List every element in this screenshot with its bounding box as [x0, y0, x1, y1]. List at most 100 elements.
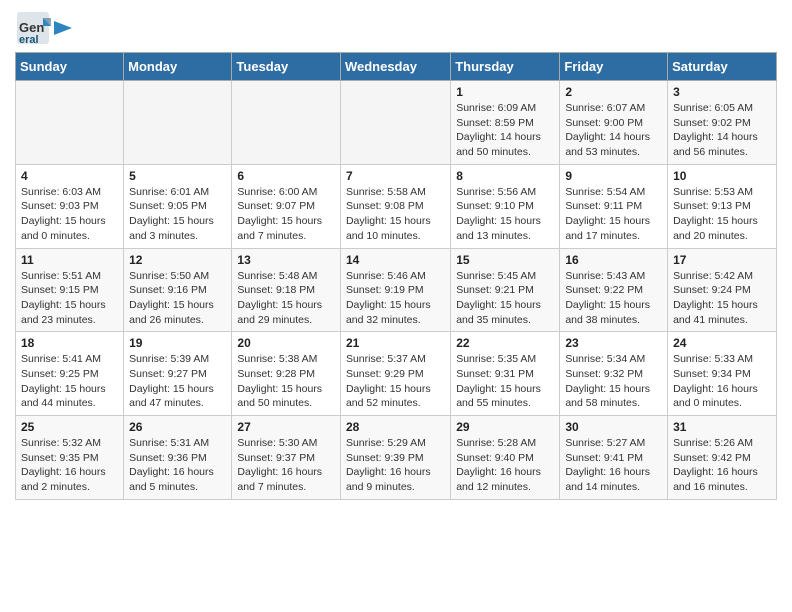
- daylight-label: Daylight: 15 hours: [565, 383, 650, 395]
- calendar-week-row: 25 Sunrise: 5:32 AM Sunset: 9:35 PM Dayligh…: [16, 416, 777, 500]
- day-info: Sunrise: 5:53 AMSunset: 9:13 PMDaylight:…: [673, 185, 771, 244]
- sun-time: Sunrise: 5:37 AM: [346, 353, 426, 365]
- sun-time: Sunrise: 5:45 AM: [456, 270, 536, 282]
- day-number: 7: [346, 169, 445, 183]
- sun-time: Sunrise: 5:43 AM: [565, 270, 645, 282]
- calendar-cell: 23Sunrise: 5:34 AMSunset: 9:32 PMDayligh…: [560, 332, 668, 416]
- calendar-cell: 17Sunrise: 5:42 AMSunset: 9:24 PMDayligh…: [668, 248, 777, 332]
- day-number: 21: [346, 336, 445, 350]
- daylight-minutes: and 38 minutes.: [565, 314, 640, 326]
- weekday-header: Friday: [560, 53, 668, 81]
- daylight-label: Daylight: 15 hours: [673, 215, 758, 227]
- day-info: Sunrise: 5:46 AMSunset: 9:19 PMDaylight:…: [346, 269, 445, 328]
- day-number: 22: [456, 336, 554, 350]
- day-info: Sunrise: 5:39 AMSunset: 9:27 PMDaylight:…: [129, 352, 226, 411]
- weekday-header: Thursday: [451, 53, 560, 81]
- sun-time: Sunset: 9:16 PM: [129, 284, 207, 296]
- sun-time: Sunset: 9:27 PM: [129, 368, 207, 380]
- calendar-week-row: 18Sunrise: 5:41 AMSunset: 9:25 PMDayligh…: [16, 332, 777, 416]
- calendar-cell: 13Sunrise: 5:48 AMSunset: 9:18 PMDayligh…: [232, 248, 341, 332]
- daylight-minutes: and 3 minutes.: [129, 230, 198, 242]
- calendar-cell: 27Sunrise: 5:30 AMSunset: 9:37 PMDayligh…: [232, 416, 341, 500]
- daylight-label: Daylight: 16 hours: [673, 466, 758, 478]
- sun-time: Sunrise: 5:33 AM: [673, 353, 753, 365]
- calendar-cell: 1Sunrise: 6:09 AMSunset: 8:59 PMDaylight…: [451, 81, 560, 165]
- svg-text:Gen: Gen: [19, 20, 44, 35]
- sun-time: Sunrise: 5:41 AM: [21, 353, 101, 365]
- day-info: Sunrise: 5:37 AMSunset: 9:29 PMDaylight:…: [346, 352, 445, 411]
- calendar-cell: 24 Sunrise: 5:33 AMSunset: 9:34 PMDayligh…: [668, 332, 777, 416]
- day-number: 1: [456, 85, 554, 99]
- daylight-minutes: and 16 minutes.: [673, 481, 748, 493]
- calendar-cell: 22Sunrise: 5:35 AMSunset: 9:31 PMDayligh…: [451, 332, 560, 416]
- daylight-minutes: and 44 minutes.: [21, 397, 96, 409]
- daylight-label: Daylight: 15 hours: [456, 215, 541, 227]
- daylight-minutes: and 0 minutes.: [673, 397, 742, 409]
- sun-time: Sunrise: 6:09 AM: [456, 102, 536, 114]
- sun-time: Sunrise: 5:32 AM: [21, 437, 101, 449]
- day-number: 31: [673, 420, 771, 434]
- day-number: 12: [129, 253, 226, 267]
- sun-time: Sunrise: 6:07 AM: [565, 102, 645, 114]
- calendar-cell: 15Sunrise: 5:45 AMSunset: 9:21 PMDayligh…: [451, 248, 560, 332]
- daylight-minutes: and 50 minutes.: [456, 146, 531, 158]
- sun-time: Sunset: 9:31 PM: [456, 368, 534, 380]
- calendar-header-row: SundayMondayTuesdayWednesdayThursdayFrid…: [16, 53, 777, 81]
- daylight-label: Daylight: 15 hours: [456, 299, 541, 311]
- day-number: 25: [21, 420, 118, 434]
- daylight-label: Daylight: 15 hours: [346, 299, 431, 311]
- daylight-label: Daylight: 14 hours: [673, 131, 758, 143]
- day-number: 19: [129, 336, 226, 350]
- sun-time: Sunset: 9:35 PM: [21, 452, 99, 464]
- day-number: 3: [673, 85, 771, 99]
- daylight-minutes: and 58 minutes.: [565, 397, 640, 409]
- day-info: Sunrise: 6:07 AMSunset: 9:00 PMDaylight:…: [565, 101, 662, 160]
- day-info: Sunrise: 5:33 AMSunset: 9:34 PMDaylight:…: [673, 352, 771, 411]
- day-number: 6: [237, 169, 335, 183]
- day-number: 5: [129, 169, 226, 183]
- daylight-label: Daylight: 15 hours: [456, 383, 541, 395]
- sun-time: Sunrise: 5:56 AM: [456, 186, 536, 198]
- header: Gen eral: [15, 10, 777, 46]
- sun-time: Sunrise: 5:29 AM: [346, 437, 426, 449]
- calendar-cell: 25 Sunrise: 5:32 AM Sunset: 9:35 PM Dayligh…: [16, 416, 124, 500]
- daylight-minutes: and 7 minutes.: [237, 481, 306, 493]
- sun-time: Sunrise: 5:39 AM: [129, 353, 209, 365]
- sun-time: Sunset: 9:13 PM: [673, 200, 751, 212]
- sun-time: Sunrise: 5:46 AM: [346, 270, 426, 282]
- calendar-cell: 4Sunrise: 6:03 AMSunset: 9:03 PMDaylight…: [16, 164, 124, 248]
- sun-time: Sunrise: 6:03 AM: [21, 186, 101, 198]
- weekday-header: Monday: [124, 53, 232, 81]
- day-info: Sunrise: 6:05 AMSunset: 9:02 PMDaylight:…: [673, 101, 771, 160]
- sun-time: Sunrise: 6:00 AM: [237, 186, 317, 198]
- sun-time: Sunset: 9:22 PM: [565, 284, 643, 296]
- daylight-label: Daylight: 15 hours: [565, 215, 650, 227]
- sun-time: Sunrise: 5:30 AM: [237, 437, 317, 449]
- calendar-cell: [124, 81, 232, 165]
- daylight-minutes: and 26 minutes.: [129, 314, 204, 326]
- day-number: 28: [346, 420, 445, 434]
- sun-time: Sunset: 8:59 PM: [456, 117, 534, 129]
- calendar-cell: 26Sunrise: 5:31 AMSunset: 9:36 PMDayligh…: [124, 416, 232, 500]
- sun-time: Sunrise: 5:51 AM: [21, 270, 101, 282]
- calendar-cell: 19Sunrise: 5:39 AMSunset: 9:27 PMDayligh…: [124, 332, 232, 416]
- daylight-label: Daylight: 15 hours: [129, 299, 214, 311]
- daylight-label: Daylight: 16 hours: [21, 466, 106, 478]
- day-number: 15: [456, 253, 554, 267]
- sun-time: Sunrise: 5:28 AM: [456, 437, 536, 449]
- calendar-week-row: 4Sunrise: 6:03 AMSunset: 9:03 PMDaylight…: [16, 164, 777, 248]
- sun-time: Sunrise: 5:26 AM: [673, 437, 753, 449]
- day-info: Sunrise: 5:41 AM Sunset: 9:25 PM Daylight:…: [21, 352, 118, 411]
- daylight-label: Daylight: 15 hours: [21, 383, 106, 395]
- calendar-table: SundayMondayTuesdayWednesdayThursdayFrid…: [15, 52, 777, 500]
- sun-time: Sunset: 9:28 PM: [237, 368, 315, 380]
- daylight-label: Daylight: 16 hours: [346, 466, 431, 478]
- logo-arrow-icon: [54, 21, 72, 35]
- calendar-cell: 16Sunrise: 5:43 AMSunset: 9:22 PMDayligh…: [560, 248, 668, 332]
- day-info: Sunrise: 5:26 AMSunset: 9:42 PMDaylight:…: [673, 436, 771, 495]
- sun-time: Sunrise: 5:42 AM: [673, 270, 753, 282]
- calendar-cell: [232, 81, 341, 165]
- sun-time: Sunset: 9:25 PM: [21, 368, 99, 380]
- day-info: Sunrise: 6:01 AMSunset: 9:05 PMDaylight:…: [129, 185, 226, 244]
- day-number: 24: [673, 336, 771, 350]
